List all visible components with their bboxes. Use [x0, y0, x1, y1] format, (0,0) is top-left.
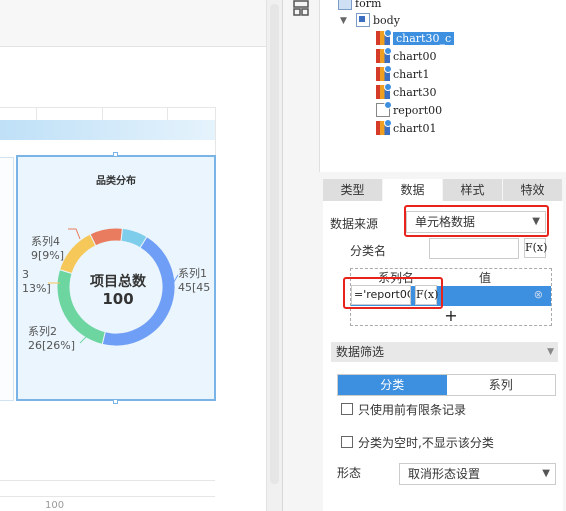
vertical-scrollbar[interactable] [266, 0, 282, 511]
delete-row-icon[interactable]: ⊗ [534, 288, 543, 301]
grid-line [102, 107, 103, 120]
slice-label-series4: 系列4 9[9%] [31, 235, 65, 262]
shape-label: 形态 [337, 466, 362, 480]
grid-line [215, 107, 216, 155]
property-tabs: 类型 数据 样式 特效 [323, 179, 563, 201]
hide-empty-category-checkbox[interactable]: 分类为空时,不显示该分类 [341, 435, 494, 450]
tree-node-chart30_c[interactable]: chart30_c [376, 29, 455, 47]
resize-handle[interactable] [113, 399, 118, 404]
filter-by-category-button[interactable]: 分类 [338, 375, 447, 395]
tree-node-chart01[interactable]: chart01 [376, 119, 436, 137]
checkbox[interactable] [341, 436, 353, 448]
tree-node-chart00[interactable]: chart00 [376, 47, 436, 65]
data-filter-section[interactable]: 数据筛选 ▼ [331, 342, 558, 362]
tree-node-chart30[interactable]: chart30 [376, 83, 436, 101]
tree-node-label: chart00 [393, 49, 437, 63]
filter-toggle: 分类 系列 [337, 374, 556, 396]
slice-label-series2: 系列2 26[26%] [28, 325, 76, 352]
highlight-box [343, 277, 443, 309]
form-icon [338, 0, 352, 10]
tree-node-label: chart30 [393, 85, 437, 99]
checkbox[interactable] [341, 403, 353, 415]
layout-icon[interactable] [293, 0, 309, 16]
grid-line [167, 107, 168, 120]
tab-style[interactable]: 样式 [443, 179, 503, 201]
chart-icon [376, 83, 392, 99]
tree-node-label: chart30_c [393, 31, 455, 45]
grid-line [0, 480, 215, 481]
scrollbar-thumb[interactable] [270, 4, 279, 484]
grid-line [0, 107, 215, 108]
chart-icon [376, 65, 392, 81]
slice-label-series3: 3 13%] [22, 268, 51, 295]
grid-line [36, 107, 37, 120]
category-label: 分类名 [350, 244, 387, 258]
tab-type[interactable]: 类型 [323, 179, 383, 201]
properties-panel: form ▼ body chart30_c chart00 chart1 chart3… [283, 0, 566, 511]
chevron-down-icon: ▼ [542, 468, 550, 479]
collapse-arrow-icon[interactable]: ▼ [340, 16, 347, 26]
collapse-arrow-icon: ▼ [547, 347, 554, 357]
slice-series4 [89, 227, 124, 247]
tab-effects[interactable]: 特效 [503, 179, 563, 201]
tab-data[interactable]: 数据 [383, 179, 443, 201]
widget-tree[interactable]: form ▼ body chart30_c chart00 chart1 chart3… [319, 0, 566, 172]
slice-series3 [58, 233, 97, 275]
grid-line [0, 496, 215, 497]
report-icon [376, 101, 392, 117]
neighbor-widget[interactable] [0, 157, 14, 401]
tree-node-label: chart01 [393, 121, 437, 135]
tree-node-report00[interactable]: report00 [376, 101, 442, 119]
tree-node-chart1[interactable]: chart1 [376, 65, 429, 83]
add-series-button[interactable]: + [351, 307, 551, 325]
chart-icon [376, 119, 392, 135]
value-header: 值 [479, 271, 492, 285]
leader-line-series4 [68, 228, 81, 240]
category-input[interactable] [429, 238, 519, 259]
tree-node-label: report00 [393, 103, 443, 117]
design-canvas[interactable]: 品类分布 项目总数 100 系列4 9[9%] 系列1 45[45 系列2 26… [0, 0, 283, 511]
slice-label-series1: 系列1 45[45 [178, 267, 211, 294]
filter-by-series-button[interactable]: 系列 [447, 375, 556, 395]
row-number: 100 [45, 500, 65, 511]
highlight-box [404, 205, 549, 237]
tree-node-label: chart1 [393, 67, 430, 81]
chart-icon [376, 29, 392, 45]
limit-records-checkbox[interactable]: 只使用前有限条记录 [341, 402, 466, 417]
shape-select[interactable]: 取消形态设置 ▼ [399, 463, 556, 485]
tree-node-body[interactable]: body [356, 11, 400, 29]
source-label: 数据来源 [330, 217, 379, 231]
category-fx-button[interactable]: F(x) [524, 238, 547, 258]
header-band [0, 120, 215, 140]
donut-center-value: 100 [102, 290, 134, 308]
chart-icon [376, 47, 392, 63]
donut-center-label: 项目总数 [90, 274, 146, 290]
body-icon [356, 13, 370, 27]
